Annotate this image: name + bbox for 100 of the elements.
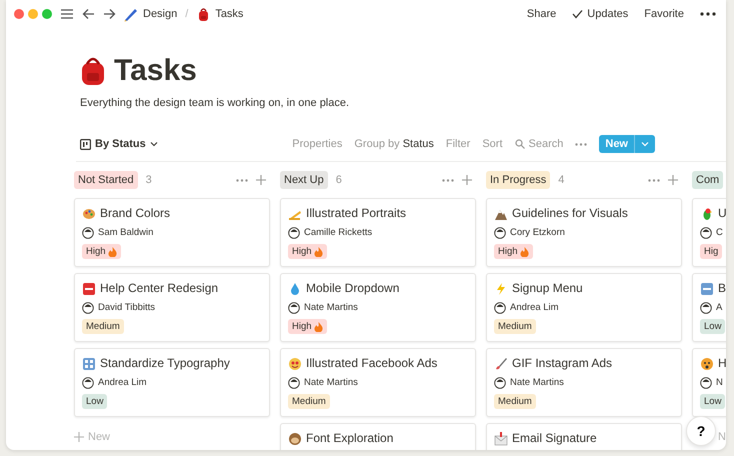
status-tag: Not Started bbox=[74, 170, 138, 190]
card-title: Illustrated Facebook Ads bbox=[306, 356, 438, 371]
view-selector[interactable]: By Status bbox=[80, 136, 158, 152]
card-title: Font Exploration bbox=[306, 431, 394, 446]
page-title: Tasks bbox=[114, 53, 197, 89]
task-card[interactable]: Font Exploration bbox=[280, 423, 476, 450]
priority-tag: Low bbox=[700, 319, 726, 334]
flame-icon bbox=[520, 246, 529, 256]
card-title: GIF Instagram Ads bbox=[512, 356, 612, 371]
card-title: Standardize Typography bbox=[100, 356, 230, 371]
card-title: Help Center Redesign bbox=[100, 281, 218, 296]
assignee-name: Nate Martins bbox=[304, 376, 358, 389]
droplet-icon bbox=[288, 282, 302, 296]
flame-icon bbox=[314, 322, 323, 332]
priority-tag: Medium bbox=[494, 319, 536, 334]
top-action-button[interactable]: Share bbox=[526, 6, 556, 22]
task-card[interactable]: Illustrated Portraits Camille Ricketts High bbox=[280, 198, 476, 267]
task-card[interactable]: GIF Instagram Ads Nate Martins Medium bbox=[486, 348, 682, 417]
card-title: Brand Colors bbox=[100, 206, 170, 221]
priority-tag: Low bbox=[700, 394, 726, 409]
priority-tag: Medium bbox=[288, 394, 330, 409]
task-card[interactable]: B A Low bbox=[692, 273, 726, 342]
card-count: 4 bbox=[558, 172, 564, 188]
avatar-icon bbox=[700, 376, 712, 388]
sos-icon bbox=[82, 282, 96, 296]
assignee-name: A bbox=[716, 301, 722, 314]
pen-icon bbox=[124, 6, 139, 22]
priority-tag: Medium bbox=[494, 394, 536, 409]
task-card[interactable]: Illustrated Facebook Ads Nate Martins Medium bbox=[280, 348, 476, 417]
task-card[interactable]: H N Low bbox=[692, 348, 726, 417]
chevron-down-icon bbox=[150, 141, 158, 147]
task-card[interactable]: Standardize Typography Andrea Lim Low bbox=[74, 348, 270, 417]
add-icon bbox=[74, 432, 84, 442]
task-card[interactable]: Signup Menu Andrea Lim Medium bbox=[486, 273, 682, 342]
avatar-icon bbox=[700, 302, 712, 314]
avatar-icon bbox=[494, 302, 506, 314]
add-icon[interactable] bbox=[462, 175, 472, 185]
avatar-icon bbox=[82, 302, 94, 314]
assignee-name: N bbox=[716, 376, 723, 389]
updates-button[interactable]: Updates bbox=[572, 6, 628, 22]
card-count: 6 bbox=[336, 172, 342, 188]
search-icon bbox=[514, 139, 525, 149]
card-title: B bbox=[718, 281, 726, 296]
task-card[interactable]: U C Hig bbox=[692, 198, 726, 267]
priority-tag: Medium bbox=[82, 319, 124, 334]
avatar-icon bbox=[288, 226, 300, 238]
add-icon[interactable] bbox=[668, 175, 678, 185]
card-title: Illustrated Portraits bbox=[306, 206, 406, 221]
card-title: U bbox=[718, 206, 726, 221]
task-card[interactable]: Help Center Redesign David Tibbitts Medium bbox=[74, 273, 270, 342]
help-button[interactable]: ? bbox=[686, 416, 716, 446]
card-title: H bbox=[718, 356, 726, 371]
flame-icon bbox=[108, 246, 117, 256]
avatar-icon bbox=[700, 226, 712, 238]
assignee-name: C bbox=[716, 226, 723, 239]
priority-tag: Low bbox=[82, 394, 108, 409]
check-icon bbox=[572, 9, 584, 19]
palette-icon bbox=[82, 206, 96, 220]
flame-icon bbox=[314, 246, 323, 256]
more-icon[interactable] bbox=[700, 12, 716, 16]
breadcrumb-link[interactable]: Tasks bbox=[215, 6, 244, 22]
assignee-name: Andrea Lim bbox=[510, 301, 559, 314]
status-tag: Com bbox=[692, 170, 724, 190]
priority-tag: High bbox=[82, 244, 121, 259]
priority-tag: Hig bbox=[700, 244, 722, 259]
page-description: Everything the design team is working on, in one place. bbox=[80, 96, 350, 111]
add-icon[interactable] bbox=[256, 175, 266, 185]
monkey-icon bbox=[288, 432, 302, 446]
assignee-name: Nate Martins bbox=[510, 376, 564, 389]
task-card[interactable]: Guidelines for Visuals Cory Etzkorn High bbox=[486, 198, 682, 267]
avatar-icon bbox=[82, 376, 94, 388]
chevron-down-icon bbox=[641, 141, 649, 147]
envelope-icon bbox=[494, 432, 508, 446]
card-count: 3 bbox=[146, 172, 152, 188]
task-card[interactable]: Brand Colors Sam Baldwin High bbox=[74, 198, 270, 267]
priority-tag: High bbox=[494, 244, 533, 259]
card-title: Mobile Dropdown bbox=[306, 281, 400, 296]
status-tag: In Progress bbox=[486, 170, 550, 190]
forward-arrow-icon[interactable] bbox=[103, 8, 116, 20]
top-action-button[interactable]: Favorite bbox=[644, 6, 684, 22]
assignee-name: Sam Baldwin bbox=[98, 226, 154, 239]
avatar-icon bbox=[494, 226, 506, 238]
back-arrow-icon[interactable] bbox=[82, 8, 95, 20]
assignee-name: Camille Ricketts bbox=[304, 226, 372, 239]
avatar-icon bbox=[82, 226, 94, 238]
avatar-icon bbox=[288, 376, 300, 388]
card-title: Email Signature bbox=[512, 431, 597, 446]
task-card[interactable]: Email Signature bbox=[486, 423, 682, 450]
group-by-button[interactable]: Group by Status bbox=[354, 136, 434, 152]
card-title: Guidelines for Visuals bbox=[512, 206, 628, 221]
breadcrumb-link[interactable]: Design bbox=[143, 6, 178, 22]
avatar-icon bbox=[288, 302, 300, 314]
priority-tag: High bbox=[288, 244, 327, 259]
menu-icon[interactable] bbox=[60, 8, 74, 20]
priority-tag: High bbox=[288, 319, 327, 334]
task-card[interactable]: Mobile Dropdown Nate Martins High bbox=[280, 273, 476, 342]
avatar-icon bbox=[494, 376, 506, 388]
breadcrumb-separator: / bbox=[185, 6, 188, 22]
assignee-name: Andrea Lim bbox=[98, 376, 147, 389]
card-title: Signup Menu bbox=[512, 281, 583, 296]
